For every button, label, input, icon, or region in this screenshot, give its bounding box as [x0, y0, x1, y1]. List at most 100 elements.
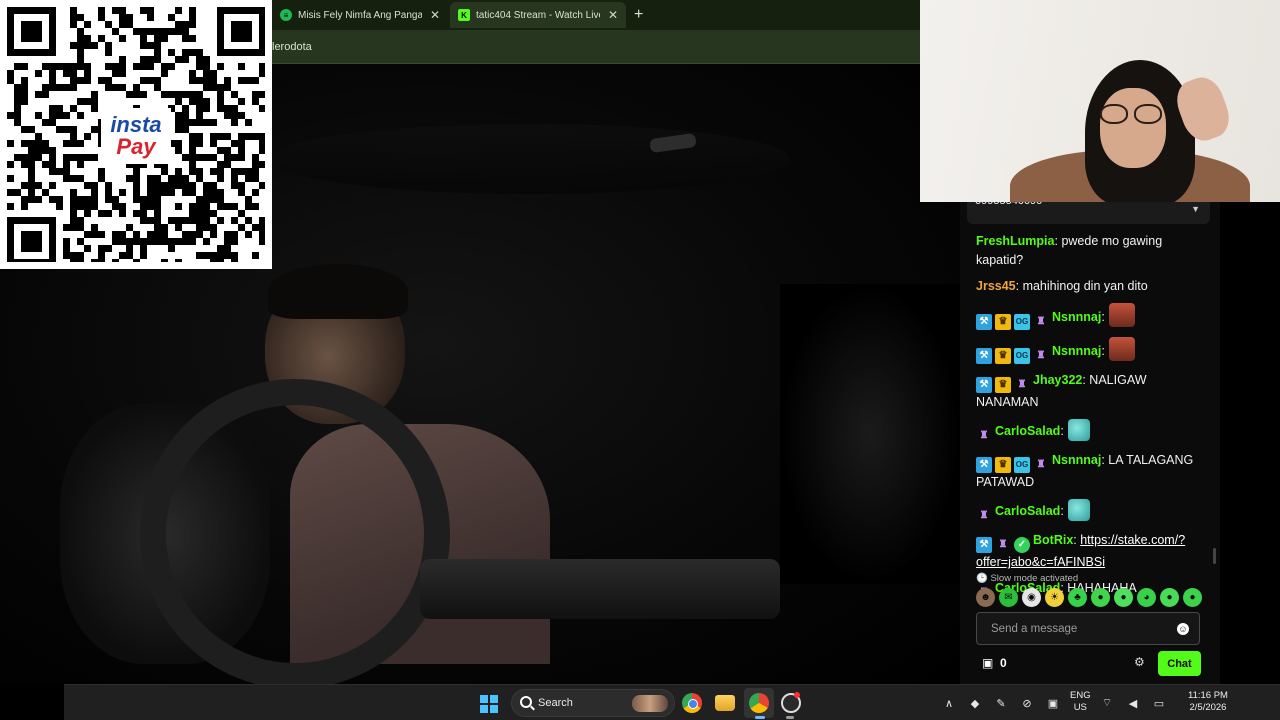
crown-badge-icon[interactable]: ♛	[995, 348, 1011, 364]
mod-badge-icon[interactable]: ⚒	[976, 348, 992, 364]
chevron-up-icon[interactable]: ∧	[942, 697, 956, 710]
og-badge-icon[interactable]: OG	[1014, 314, 1030, 330]
taskbar-search[interactable]: Search	[511, 689, 675, 717]
tab-title: tatic404 Stream - Watch Live on	[476, 9, 600, 21]
crown-badge-icon[interactable]: ♛	[995, 457, 1011, 473]
mute-icon[interactable]: ⊘	[1020, 697, 1034, 710]
chat-username[interactable]: CarloSalad	[995, 504, 1060, 518]
chat-username[interactable]: Jrss45	[976, 279, 1016, 293]
screen-icon[interactable]: ▣	[1046, 697, 1060, 710]
dashboard	[420, 559, 780, 619]
chevron-down-icon[interactable]: ▼	[1191, 204, 1200, 214]
mod-badge-icon[interactable]: ⚒	[976, 457, 992, 473]
streamer-hair	[268, 264, 408, 319]
chat-username[interactable]: BotRix	[1033, 533, 1073, 547]
crown-badge-icon[interactable]: ♛	[995, 314, 1011, 330]
pinned-text: 09955540090	[975, 202, 1042, 207]
close-icon[interactable]: ✕	[430, 8, 440, 22]
tray-app-icon[interactable]: ◆	[968, 697, 982, 710]
taskbar-clock[interactable]: 11:16 PM 2/5/2026	[1188, 690, 1228, 714]
chat-message: ⚒ ♛ OG ♜ Nsnnnaj:	[976, 337, 1200, 364]
og-badge-icon[interactable]: OG	[1014, 348, 1030, 364]
new-tab-button[interactable]: +	[634, 6, 643, 24]
fish-emote-icon[interactable]	[1067, 499, 1090, 521]
chat-text: :	[1060, 424, 1064, 438]
og-badge-icon[interactable]: OG	[1014, 457, 1030, 473]
mod-badge-icon[interactable]: ⚒	[976, 314, 992, 330]
chat-message: ⚒ ♜ ✓ BotRix: https://stake.com/?offer=jabo…	[976, 531, 1200, 572]
chat-text: : mahihinog din yan dito	[1015, 279, 1148, 293]
chat-username[interactable]: Nsnnnaj	[1052, 310, 1101, 324]
chrome-icon[interactable]	[682, 693, 702, 713]
quick-emote-icon[interactable]: ♣	[1068, 588, 1087, 607]
kick-icon: K	[458, 9, 470, 21]
slow-mode-notice: 🕒 Slow mode activated	[976, 573, 1079, 584]
mod-badge-icon[interactable]: ⚒	[976, 377, 992, 393]
pinned-message[interactable]: 09955540090 ▼	[967, 202, 1210, 224]
battery-icon[interactable]: ▭	[1152, 697, 1166, 710]
language-indicator[interactable]: ENG US	[1070, 690, 1091, 714]
sub-badge-icon[interactable]: ♜	[1033, 348, 1049, 364]
chat-scrollbar[interactable]	[1213, 548, 1216, 564]
tab-spotify[interactable]: ≡ Misis Fely Nimfa Ang Pangalan ✕	[272, 2, 450, 28]
chat-message-input[interactable]	[977, 613, 1167, 644]
chat-username[interactable]: CarloSalad	[995, 424, 1060, 438]
chat-text: :	[1060, 504, 1064, 518]
chat-text: :	[1101, 310, 1105, 324]
chat-username[interactable]: FreshLumpia	[976, 234, 1055, 248]
spotify-icon: ≡	[280, 9, 292, 21]
chat-username[interactable]: Nsnnnaj	[1052, 344, 1101, 358]
wifi-icon[interactable]: ⌔	[1100, 696, 1114, 710]
clock-time: 11:16 PM	[1188, 690, 1228, 701]
chat-username[interactable]: Jhay322	[1033, 373, 1082, 387]
search-icon	[520, 696, 532, 708]
chat-message: ⚒ ♛ OG ♜ Nsnnnaj:	[976, 303, 1200, 330]
chrome-profile-icon[interactable]	[749, 693, 769, 713]
quick-emote-icon[interactable]: ☻	[976, 588, 995, 607]
sub-badge-icon[interactable]: ♜	[995, 537, 1011, 553]
quick-emote-icon[interactable]: ●	[1114, 588, 1133, 607]
quick-emote-icon[interactable]: ◕	[1137, 588, 1156, 607]
face-emote-icon[interactable]	[1108, 303, 1135, 327]
quick-emote-icon[interactable]: ●	[1183, 588, 1202, 607]
door-shadow	[780, 284, 960, 584]
quick-emote-icon[interactable]: ✉	[999, 588, 1018, 607]
address-text: lerodota	[272, 41, 312, 53]
gear-icon[interactable]: ⚙	[1134, 655, 1145, 669]
verify-badge-icon[interactable]: ✓	[1014, 537, 1030, 553]
crown-badge-icon[interactable]: ♛	[995, 377, 1011, 393]
file-explorer-icon[interactable]	[715, 695, 735, 711]
fish-emote-icon[interactable]	[1067, 419, 1090, 441]
chat-input-box[interactable]: ☺	[976, 612, 1200, 645]
emoji-icon[interactable]: ☺	[1177, 623, 1189, 635]
store-icon[interactable]: ▣	[982, 657, 994, 669]
face-emote-icon[interactable]	[1108, 337, 1135, 361]
windows-start-icon[interactable]	[480, 695, 498, 713]
sub-badge-icon[interactable]: ♜	[976, 508, 992, 524]
instapay-qr-code: insta Pay	[0, 0, 272, 269]
chat-message: ⚒ ♛ OG ♜ Nsnnnaj: LA TALAGANG PATAWAD	[976, 451, 1200, 492]
mod-badge-icon[interactable]: ⚒	[976, 537, 992, 553]
quick-emote-icon[interactable]: ◉	[1022, 588, 1041, 607]
quick-emote-icon[interactable]: ●	[1091, 588, 1110, 607]
sub-badge-icon[interactable]: ♜	[1014, 377, 1030, 393]
system-tray-status: ⌔ ◀ ▭	[1100, 691, 1166, 715]
tab-kick[interactable]: K tatic404 Stream - Watch Live on ✕	[450, 2, 626, 28]
sub-badge-icon[interactable]: ♜	[976, 428, 992, 444]
sub-badge-icon[interactable]: ♜	[1033, 314, 1049, 330]
address-bar[interactable]: lerodota	[272, 30, 920, 64]
chat-send-button[interactable]: Chat	[1158, 651, 1201, 676]
quick-emote-icon[interactable]: ●	[1160, 588, 1179, 607]
chat-username[interactable]: Nsnnnaj	[1052, 453, 1101, 467]
sub-badge-icon[interactable]: ♜	[1033, 457, 1049, 473]
channel-points: 0	[1000, 656, 1007, 670]
tab-bar: ≡ Misis Fely Nimfa Ang Pangalan ✕ K tati…	[272, 0, 920, 30]
quick-emote-bar: ☻ ✉ ◉ ☀ ♣ ● ● ◕ ● ●	[976, 588, 1206, 608]
volume-icon[interactable]: ◀	[1126, 697, 1140, 710]
chat-text: :	[1101, 344, 1105, 358]
search-highlight-image[interactable]	[632, 695, 668, 712]
steering-wheel	[140, 379, 450, 684]
quick-emote-icon[interactable]: ☀	[1045, 588, 1064, 607]
pen-icon[interactable]: ✎	[994, 697, 1008, 710]
close-icon[interactable]: ✕	[608, 8, 618, 22]
